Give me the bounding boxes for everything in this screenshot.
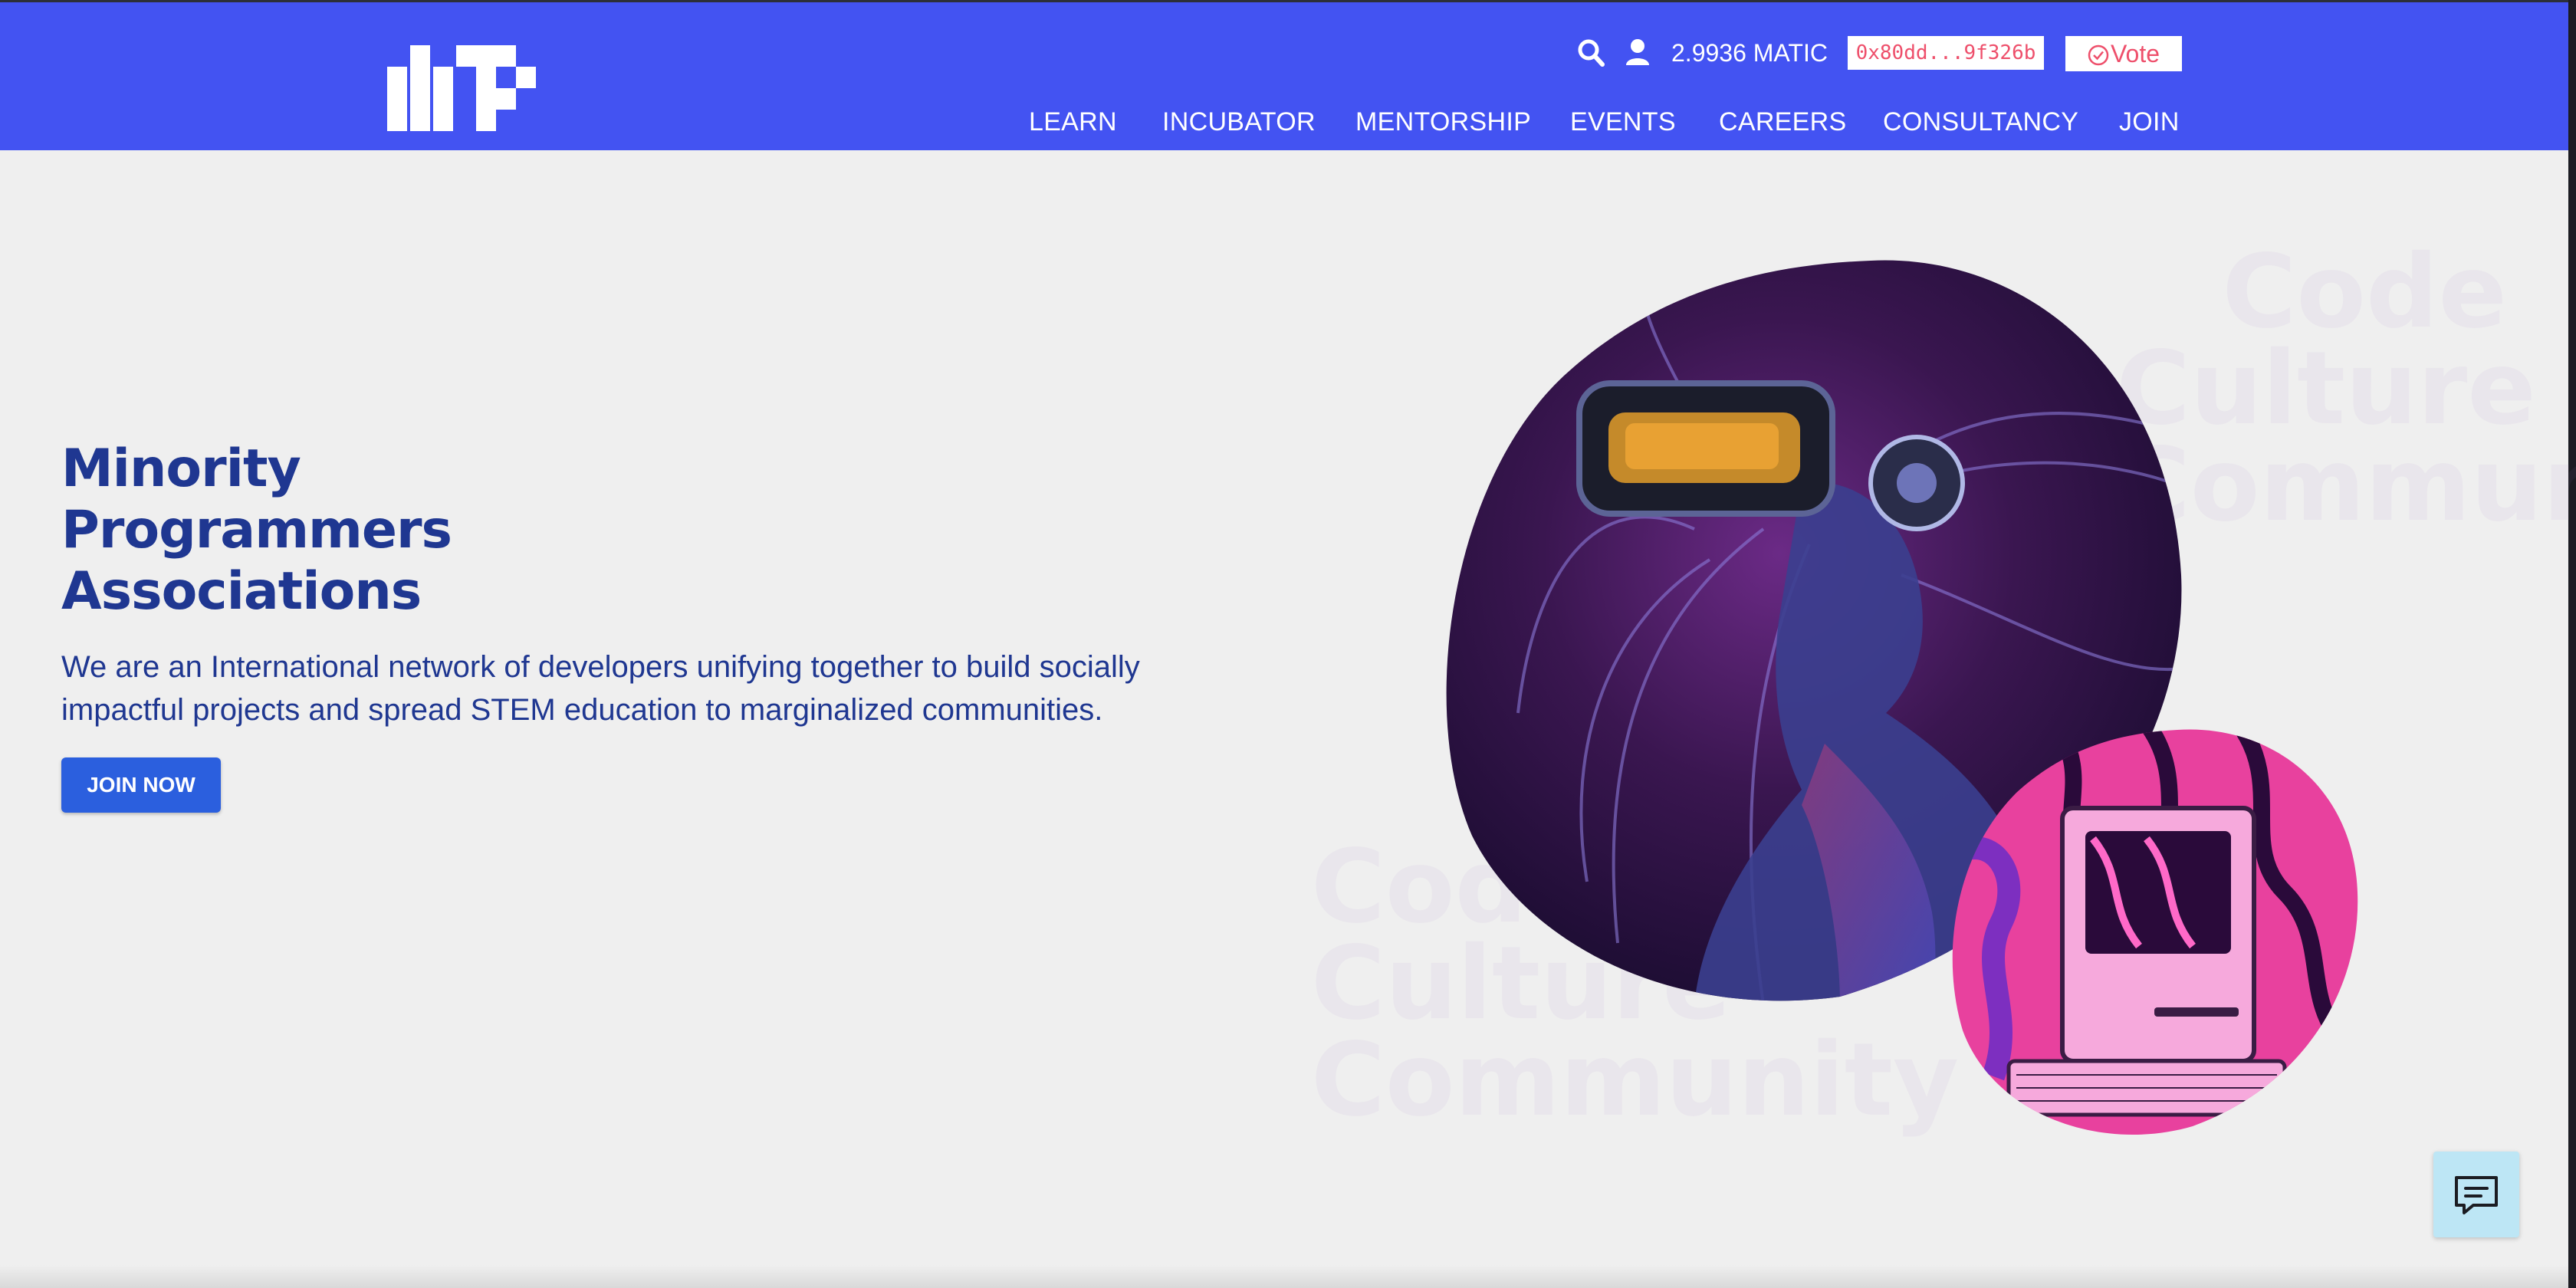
nav-join[interactable]: JOIN [2119,105,2180,139]
nav-consultancy[interactable]: CONSULTANCY [1883,105,2078,139]
chat-widget-button[interactable] [2433,1152,2519,1237]
search-icon[interactable] [1576,36,1607,70]
check-circle-icon [2088,44,2109,66]
vote-label: Vote [2110,40,2160,67]
retro-computer-image [1952,729,2358,1135]
top-navigation-bar: 2.9936 MATIC 0x80dd...9f326b Vote LEARN … [0,0,2568,150]
wallet-address-button[interactable]: 0x80dd...9f326b [1848,36,2044,70]
nav-careers[interactable]: CAREERS [1719,105,1846,139]
nav-events[interactable]: EVENTS [1570,105,1676,139]
hero-subtitle: We are an International network of devel… [61,650,1140,727]
wallet-balance: 2.9936 MATIC [1671,39,1828,67]
window-edge [2568,0,2576,1288]
vote-button[interactable]: Vote [2065,36,2182,71]
chat-icon [2455,1176,2498,1214]
nav-learn[interactable]: LEARN [1029,105,1117,139]
user-icon[interactable] [1624,36,1654,70]
nav-mentorship[interactable]: MENTORSHIP [1355,105,1531,139]
nav-incubator[interactable]: INCUBATOR [1162,105,1316,139]
join-now-button[interactable]: JOIN NOW [61,757,221,813]
hero-title: Minority Programmers Associations [61,439,452,622]
page-bottom-edge [0,1265,2568,1288]
site-logo[interactable] [387,45,540,131]
